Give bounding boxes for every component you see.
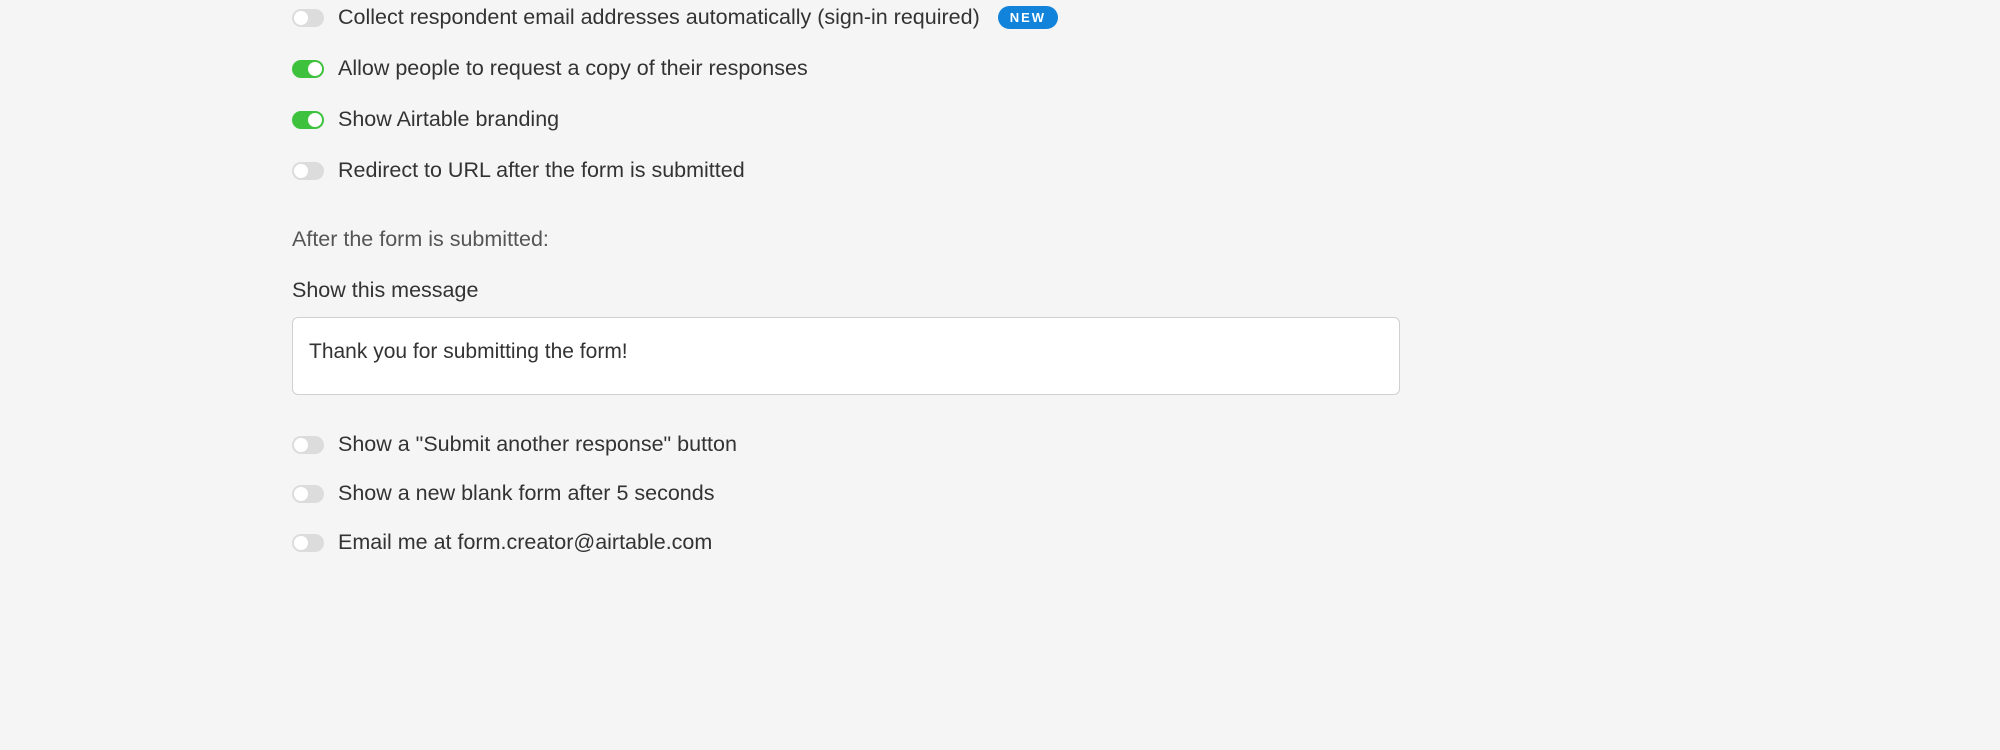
toggle-show-branding[interactable] xyxy=(292,111,324,129)
toggle-submit-another[interactable] xyxy=(292,436,324,454)
badge-new: NEW xyxy=(998,6,1058,29)
confirmation-message-input[interactable] xyxy=(292,317,1400,395)
after-submit-header: After the form is submitted: xyxy=(292,227,2000,252)
label-redirect-url: Redirect to URL after the form is submit… xyxy=(338,158,745,183)
message-field-label: Show this message xyxy=(292,278,2000,303)
label-collect-email: Collect respondent email addresses autom… xyxy=(338,5,980,30)
toggle-blank-form[interactable] xyxy=(292,485,324,503)
toggle-email-me[interactable] xyxy=(292,534,324,552)
label-blank-form: Show a new blank form after 5 seconds xyxy=(338,481,714,506)
label-show-branding: Show Airtable branding xyxy=(338,107,559,132)
label-allow-copy: Allow people to request a copy of their … xyxy=(338,56,808,81)
label-submit-another: Show a "Submit another response" button xyxy=(338,432,737,457)
toggle-redirect-url[interactable] xyxy=(292,162,324,180)
label-email-me: Email me at form.creator@airtable.com xyxy=(338,530,712,555)
toggle-collect-email[interactable] xyxy=(292,9,324,27)
toggle-allow-copy[interactable] xyxy=(292,60,324,78)
